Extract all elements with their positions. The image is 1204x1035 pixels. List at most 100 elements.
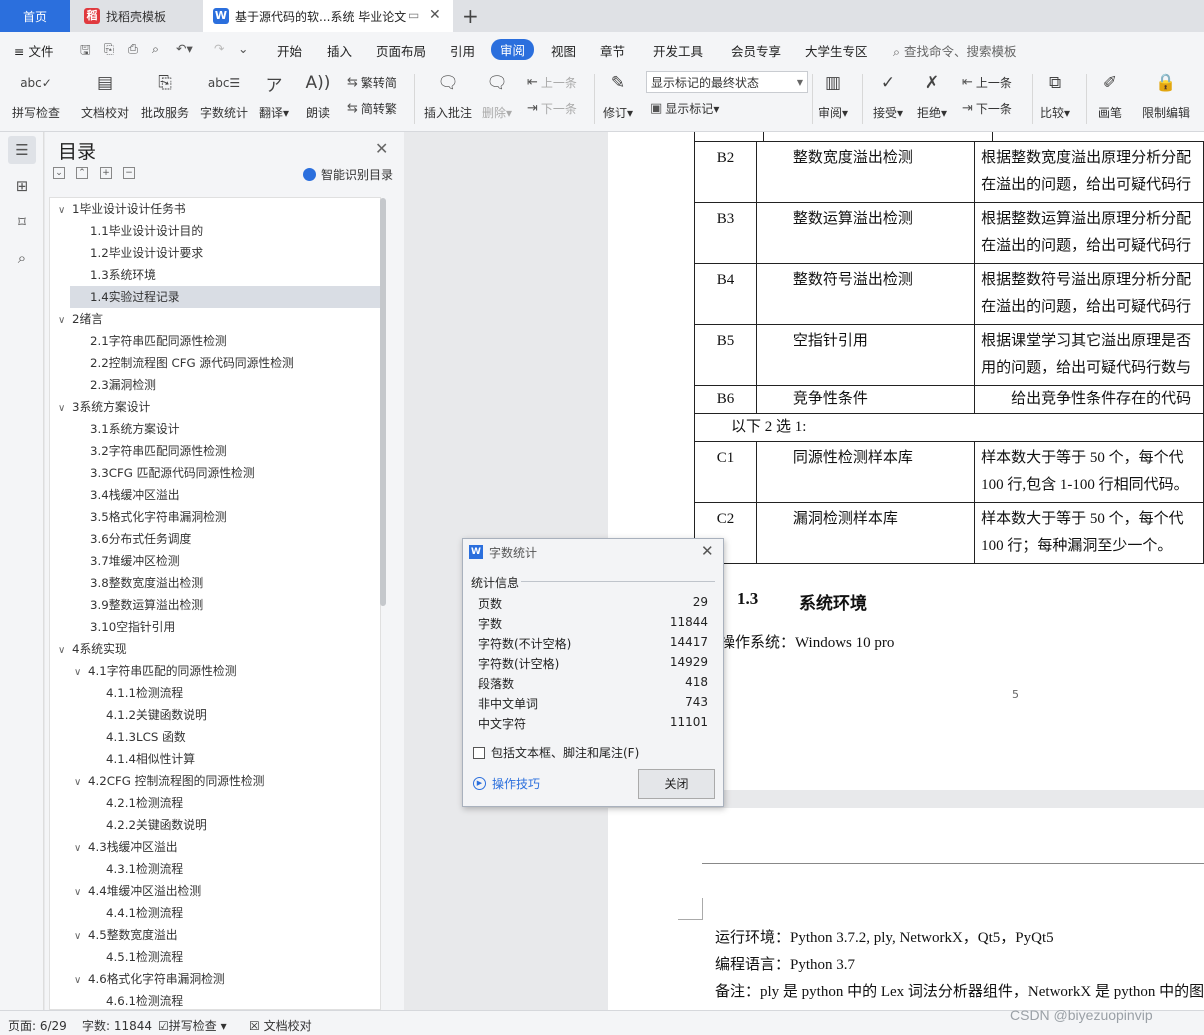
remove-heading-icon[interactable]: − <box>123 167 135 179</box>
file-menu[interactable]: ≡ 文件 <box>14 41 53 60</box>
menu-layout[interactable]: 页面布局 <box>376 41 426 60</box>
chevron-down-icon[interactable]: ∨ <box>74 838 88 860</box>
toc-item[interactable]: 2.1字符串匹配同源性检测 <box>50 330 380 352</box>
next-change-button[interactable]: ⇥ 下一条 <box>962 100 1012 117</box>
menu-view[interactable]: 视图 <box>551 41 576 60</box>
chevron-down-icon[interactable]: ∨ <box>74 662 88 684</box>
toc-item[interactable]: ∨ 4.3栈缓冲区溢出 <box>50 836 380 858</box>
toc-scrollbar[interactable] <box>380 198 386 606</box>
toc-item[interactable]: 4.4.1检测流程 <box>50 902 380 924</box>
to-traditional-button[interactable]: ⇆ 繁转简 <box>347 74 397 91</box>
review-pane-button[interactable]: ▥ 审阅▾ <box>818 70 848 121</box>
toc-item[interactable]: 1.3系统环境 <box>50 264 380 286</box>
close-icon[interactable]: ✕ <box>375 139 388 158</box>
show-markup-button[interactable]: ▣ 显示标记 ▾ <box>650 100 719 117</box>
command-search[interactable]: ⌕ 查找命令、搜索模板 <box>893 41 1017 60</box>
toc-item[interactable]: 3.7堆缓冲区检测 <box>50 550 380 572</box>
include-textbox-checkbox[interactable]: 包括文本框、脚注和尾注(F) <box>473 744 639 761</box>
search-icon[interactable]: ⌕ <box>8 244 36 272</box>
read-aloud-button[interactable]: A)) 朗读 <box>304 70 332 121</box>
chevron-down-icon[interactable]: ∨ <box>74 772 88 794</box>
tab-home[interactable]: 首页 <box>0 0 70 32</box>
chevron-down-icon[interactable]: ∨ <box>58 398 72 420</box>
doc-check-button[interactable]: ▤ 文档校对 <box>81 70 129 121</box>
chevron-down-icon[interactable]: ∨ <box>74 882 88 904</box>
doc-check-status[interactable]: ☒ 文档校对 <box>249 1017 312 1034</box>
dialog-title-bar[interactable]: W 字数统计 <box>463 539 723 565</box>
translate-button[interactable]: ア翻译▾ <box>259 70 289 121</box>
toc-item[interactable]: ∨ 4.1字符串匹配的同源性检测 <box>50 660 380 682</box>
toc-item[interactable]: 3.6分布式任务调度 <box>50 528 380 550</box>
toc-item[interactable]: ∨ 4.4堆缓冲区溢出检测 <box>50 880 380 902</box>
prev-comment-button[interactable]: ⇤ 上一条 <box>527 74 577 91</box>
preview-icon[interactable]: ⌕ <box>152 41 159 57</box>
toc-item[interactable]: 3.4栈缓冲区溢出 <box>50 484 380 506</box>
toc-item[interactable]: 4.1.4相似性计算 <box>50 748 380 770</box>
toc-item[interactable]: 3.3CFG 匹配源代码同源性检测 <box>50 462 380 484</box>
to-simplified-button[interactable]: ⇆ 简转繁 <box>347 100 397 117</box>
insert-comment-button[interactable]: 🗨 插入批注 <box>424 70 472 121</box>
markup-mode-select[interactable]: 显示标记的最终状态 ▼ <box>646 71 808 93</box>
spell-check-button[interactable]: abc✓ 拼写检查 <box>12 70 60 121</box>
toc-item[interactable]: ∨ 3系统方案设计 <box>50 396 380 418</box>
revise-button[interactable]: ✎ 修订▾ <box>603 70 633 121</box>
export-icon[interactable]: ⎘ <box>104 41 114 57</box>
menu-student[interactable]: 大学生专区 <box>805 41 868 60</box>
toc-item[interactable]: ∨ 1毕业设计设计任务书 <box>50 198 380 220</box>
toc-item[interactable]: 3.10空指针引用 <box>50 616 380 638</box>
toc-item[interactable]: ∨ 4.2CFG 控制流程图的同源性检测 <box>50 770 380 792</box>
bookmark-icon[interactable]: ⌑ <box>8 208 36 236</box>
add-heading-icon[interactable]: + <box>100 167 112 179</box>
toc-item[interactable]: 2.3漏洞检测 <box>50 374 380 396</box>
annotate-service-button[interactable]: ⎘ 批改服务 <box>141 70 189 121</box>
save-icon[interactable]: 🖫 <box>80 41 91 62</box>
redo-icon[interactable]: ↷ <box>214 41 224 56</box>
menu-insert[interactable]: 插入 <box>327 41 352 60</box>
menu-chapter[interactable]: 章节 <box>600 41 625 60</box>
toc-item[interactable]: 4.6.1检测流程 <box>50 990 380 1009</box>
toc-item[interactable]: 1.4实验过程记录 <box>70 286 380 308</box>
chevron-down-icon[interactable]: ∨ <box>74 970 88 992</box>
toc-item[interactable]: 3.5格式化字符串漏洞检测 <box>50 506 380 528</box>
new-tab-button[interactable]: + <box>462 0 482 32</box>
toc-item[interactable]: 4.1.1检测流程 <box>50 682 380 704</box>
smart-toc-button[interactable]: 智能识别目录 <box>303 166 393 183</box>
restrict-edit-button[interactable]: 🔒 限制编辑 <box>1142 70 1190 121</box>
toc-item[interactable]: 3.9整数运算溢出检测 <box>50 594 380 616</box>
toc-item[interactable]: 3.2字符串匹配同源性检测 <box>50 440 380 462</box>
toc-item[interactable]: 4.2.1检测流程 <box>50 792 380 814</box>
chevron-down-icon[interactable]: ∨ <box>58 640 72 662</box>
tab-close-icon[interactable]: ✕ <box>429 7 441 23</box>
word-count-button[interactable]: abc☰ 字数统计 <box>200 70 248 121</box>
chevron-down-icon[interactable]: ∨ <box>74 926 88 948</box>
toc-item[interactable]: 4.1.3LCS 函数 <box>50 726 380 748</box>
chevron-down-icon[interactable]: ∨ <box>58 310 72 332</box>
accept-button[interactable]: ✓ 接受▾ <box>873 70 903 121</box>
menu-devtools[interactable]: 开发工具 <box>653 41 703 60</box>
close-button[interactable]: 关闭 <box>638 769 715 799</box>
toc-item[interactable]: 4.1.2关键函数说明 <box>50 704 380 726</box>
toc-nav-icon[interactable]: ☰ <box>8 136 36 164</box>
toc-item[interactable]: 1.2毕业设计设计要求 <box>50 242 380 264</box>
ink-button[interactable]: ✐ 画笔 <box>1096 70 1124 121</box>
menu-review[interactable]: 审阅 <box>491 39 535 60</box>
toc-item[interactable]: 4.3.1检测流程 <box>50 858 380 880</box>
toc-item[interactable]: ∨ 4.6格式化字符串漏洞检测 <box>50 968 380 990</box>
menu-member[interactable]: 会员专享 <box>731 41 781 60</box>
toc-item[interactable]: ∨ 4.5整数宽度溢出 <box>50 924 380 946</box>
toc-item[interactable]: ∨ 4系统实现 <box>50 638 380 660</box>
toc-item[interactable]: 3.8整数宽度溢出检测 <box>50 572 380 594</box>
toc-item[interactable]: 3.1系统方案设计 <box>50 418 380 440</box>
tab-template[interactable]: 稻 找稻壳模板 <box>72 0 202 32</box>
next-comment-button[interactable]: ⇥ 下一条 <box>527 100 577 117</box>
more-icon[interactable]: ⌄ <box>238 41 248 56</box>
word-count-indicator[interactable]: 字数: 11844 <box>82 1017 152 1034</box>
chevron-down-icon[interactable]: ∨ <box>58 200 72 222</box>
reject-button[interactable]: ✗ 拒绝▾ <box>917 70 947 121</box>
close-icon[interactable]: ✕ <box>701 542 714 560</box>
undo-icon[interactable]: ↶▾ <box>176 41 193 56</box>
toc-item[interactable]: 2.2控制流程图 CFG 源代码同源性检测 <box>50 352 380 374</box>
tips-link[interactable]: ▶ 操作技巧 <box>473 775 540 792</box>
toc-item[interactable]: 4.2.2关键函数说明 <box>50 814 380 836</box>
prev-change-button[interactable]: ⇤ 上一条 <box>962 74 1012 91</box>
